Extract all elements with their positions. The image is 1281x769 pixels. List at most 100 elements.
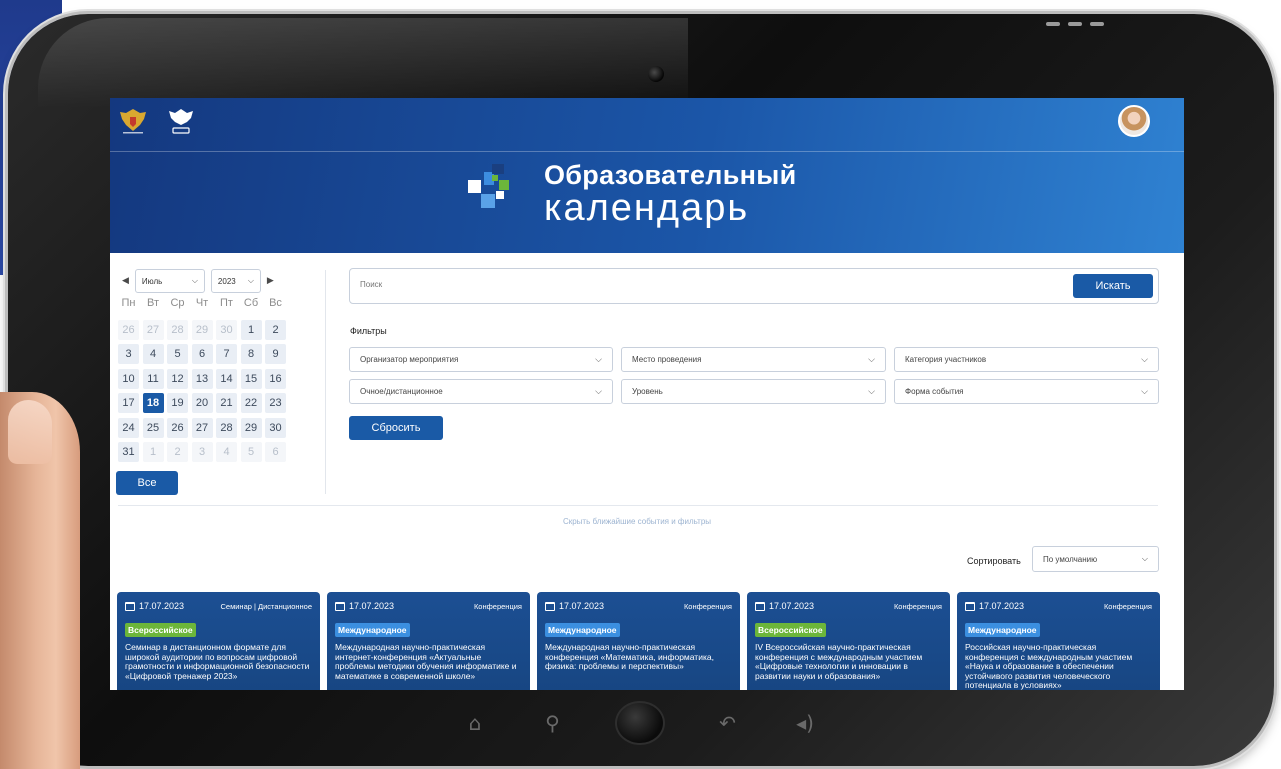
chevron-down-icon: ⌵ <box>868 386 875 397</box>
calendar-day[interactable]: 16 <box>265 368 286 389</box>
search-input[interactable] <box>360 280 960 289</box>
calendar-day[interactable]: 25 <box>142 417 164 438</box>
calendar-day[interactable]: 7 <box>216 344 237 365</box>
calendar-day[interactable]: 26 <box>118 320 139 340</box>
home-button[interactable] <box>615 701 665 745</box>
calendar-day[interactable]: 30 <box>216 320 237 340</box>
calendar-day[interactable]: 15 <box>240 368 262 389</box>
event-title: Международная научно-практическая конфер… <box>545 642 714 671</box>
calendar-day[interactable]: 4 <box>142 344 164 365</box>
brand-title: Образовательный календарь <box>544 160 796 227</box>
event-title: Международная научно-практическая интерн… <box>335 642 517 681</box>
weekday-label: Вс <box>269 297 282 309</box>
chevron-down-icon: ⌵ <box>868 354 875 365</box>
calendar-day[interactable]: 14 <box>216 368 237 389</box>
filter-mode[interactable]: Очное/дистанционное ⌵ <box>349 379 613 404</box>
year-select[interactable]: 2023 ⌵ <box>210 269 261 293</box>
calendar-day[interactable]: 26 <box>167 417 188 438</box>
reset-filters-button[interactable]: Сбросить <box>349 416 443 440</box>
filter-level[interactable]: Уровень ⌵ <box>621 379 886 404</box>
weekday-label: Ср <box>170 297 185 309</box>
event-card[interactable]: 17.07.2023 Конференция Международное Междун… <box>537 592 740 690</box>
event-card[interactable]: 17.07.2023 Конференция Международное Россий… <box>957 592 1160 690</box>
event-level-badge: Международное <box>335 623 410 637</box>
calendar-day[interactable]: 3 <box>191 441 213 462</box>
home-icon[interactable]: ⌂ <box>460 711 490 735</box>
brand: Образовательный календарь <box>468 160 796 227</box>
weekday-label: Сб <box>243 297 259 309</box>
calendar-day[interactable]: 27 <box>142 320 164 340</box>
event-card[interactable]: 17.07.2023 Семинар | Дистанционное Всеросс… <box>117 592 320 690</box>
calendar-nav: ◀ Июль ⌵ 2023 ⌵ ▶ <box>122 269 274 293</box>
prev-month-icon[interactable]: ◀ <box>122 276 129 286</box>
calendar-day[interactable]: 5 <box>167 344 188 365</box>
all-dates-button[interactable]: Все <box>116 471 178 495</box>
calendar-day[interactable]: 1 <box>240 320 262 340</box>
calendar-day[interactable]: 29 <box>191 320 213 340</box>
calendar-day[interactable]: 2 <box>167 441 188 462</box>
next-month-icon[interactable]: ▶ <box>267 276 274 286</box>
calendar-day[interactable]: 27 <box>191 417 213 438</box>
volume-icon[interactable]: ◂) <box>790 711 820 735</box>
hide-events-link[interactable]: Скрыть ближайшие события и фильтры <box>110 517 1164 526</box>
calendar-day[interactable]: 9 <box>265 344 286 365</box>
calendar-day[interactable]: 11 <box>142 368 164 389</box>
event-date: 17.07.2023 <box>125 601 184 611</box>
back-icon[interactable]: ↶ <box>713 711 743 735</box>
calendar-day[interactable]: 21 <box>216 393 237 414</box>
sort-select[interactable]: По умолчанию ⌵ <box>1032 546 1159 572</box>
event-date: 17.07.2023 <box>965 601 1024 611</box>
hero-header: Образовательный календарь <box>110 98 1184 253</box>
search-icon[interactable]: ⚲ <box>538 711 568 735</box>
calendar-day[interactable]: 29 <box>240 417 262 438</box>
calendar-day[interactable]: 28 <box>167 320 188 340</box>
calendar-day[interactable]: 12 <box>167 368 188 389</box>
calendar-day[interactable]: 24 <box>118 417 139 438</box>
filter-category[interactable]: Категория участников ⌵ <box>894 347 1159 372</box>
calendar-day[interactable]: 30 <box>265 417 286 438</box>
calendar-day[interactable]: 20 <box>191 393 213 414</box>
calendar-day[interactable]: 2 <box>265 320 286 340</box>
academy-logo-icon[interactable] <box>166 106 196 136</box>
event-date: 17.07.2023 <box>545 601 604 611</box>
calendar-day[interactable]: 4 <box>216 441 237 462</box>
ministry-emblem-icon[interactable] <box>118 107 148 135</box>
calendar-day[interactable]: 23 <box>265 393 286 414</box>
event-date: 17.07.2023 <box>755 601 814 611</box>
calendar-icon <box>545 601 555 611</box>
calendar-day[interactable]: 19 <box>167 393 188 414</box>
filter-organizer[interactable]: Организатор мероприятия ⌵ <box>349 347 613 372</box>
event-date-text: 17.07.2023 <box>769 601 815 611</box>
calendar-day[interactable]: 5 <box>240 441 262 462</box>
calendar-day-selected[interactable]: 18 <box>142 393 164 414</box>
calendar-day[interactable]: 8 <box>240 344 262 365</box>
chevron-down-icon: ⌵ <box>191 276 198 285</box>
month-select[interactable]: Июль ⌵ <box>134 269 205 293</box>
event-type: Конференция <box>1103 602 1152 611</box>
calendar-icon <box>125 601 135 611</box>
filter-place[interactable]: Место проведения ⌵ <box>621 347 886 372</box>
calendar-day[interactable]: 6 <box>265 441 286 462</box>
calendar-day[interactable]: 22 <box>240 393 262 414</box>
calendar-day[interactable]: 1 <box>142 441 164 462</box>
year-value: 2023 <box>217 276 236 286</box>
chevron-down-icon: ⌵ <box>1141 386 1148 397</box>
filter-form[interactable]: Форма события ⌵ <box>894 379 1159 404</box>
event-type: Конференция <box>683 602 732 611</box>
calendar-day[interactable]: 6 <box>191 344 213 365</box>
calendar-day[interactable]: 3 <box>118 344 139 365</box>
weekday-label: Пт <box>220 297 233 309</box>
camera-icon <box>648 66 664 82</box>
calendar-day[interactable]: 31 <box>118 441 139 462</box>
user-avatar[interactable] <box>1118 105 1150 137</box>
event-title: IV Всероссийская научно-практическая кон… <box>755 642 923 681</box>
calendar-logo-icon <box>468 164 528 222</box>
event-card[interactable]: 17.07.2023 Конференция Всероссийское IV Все… <box>747 592 950 690</box>
search-button[interactable]: Искать <box>1073 274 1153 298</box>
calendar-day[interactable]: 13 <box>191 368 213 389</box>
filter-form-label: Форма события <box>905 387 964 396</box>
calendar-day[interactable]: 17 <box>118 393 139 414</box>
event-card[interactable]: 17.07.2023 Конференция Международное Междун… <box>327 592 530 690</box>
calendar-day[interactable]: 10 <box>118 368 139 389</box>
calendar-day[interactable]: 28 <box>216 417 237 438</box>
